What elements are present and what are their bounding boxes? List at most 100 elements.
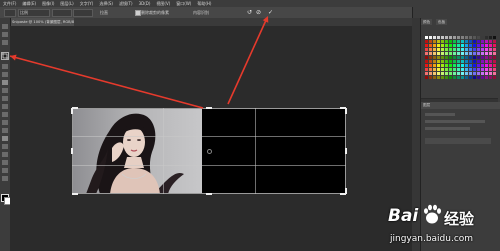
healing-tool-icon[interactable] <box>2 72 8 77</box>
color-swatch[interactable] <box>441 44 444 47</box>
color-swatch[interactable] <box>481 48 484 51</box>
color-swatch[interactable] <box>433 56 436 59</box>
color-swatch[interactable] <box>477 76 480 79</box>
color-swatch[interactable] <box>485 68 488 71</box>
menu-item-3d[interactable]: 3D(D) <box>136 0 154 7</box>
color-swatch[interactable] <box>457 68 460 71</box>
color-swatch[interactable] <box>465 60 468 63</box>
color-swatch[interactable] <box>465 76 468 79</box>
color-swatch[interactable] <box>485 76 488 79</box>
color-swatch[interactable] <box>461 44 464 47</box>
color-swatch[interactable] <box>453 60 456 63</box>
panel-tab-color[interactable]: 颜色 <box>421 19 433 25</box>
color-swatch[interactable] <box>477 60 480 63</box>
color-swatch[interactable] <box>473 60 476 63</box>
panel-tab-swatches[interactable]: 色板 <box>436 19 448 25</box>
color-swatch[interactable] <box>425 48 428 51</box>
color-swatch[interactable] <box>425 52 428 55</box>
color-swatch[interactable] <box>425 36 428 39</box>
color-swatch[interactable] <box>457 56 460 59</box>
color-swatch[interactable] <box>493 68 496 71</box>
color-swatch[interactable] <box>445 64 448 67</box>
color-swatch[interactable] <box>489 68 492 71</box>
color-swatch[interactable] <box>429 44 432 47</box>
color-swatch[interactable] <box>465 64 468 67</box>
color-swatch[interactable] <box>469 40 472 43</box>
color-swatch[interactable] <box>429 48 432 51</box>
zoom-tool-icon[interactable] <box>2 176 8 181</box>
menu-item-type[interactable]: 文字(Y) <box>77 0 97 7</box>
color-swatch[interactable] <box>469 72 472 75</box>
color-swatch[interactable] <box>441 72 444 75</box>
color-swatch[interactable] <box>449 48 452 51</box>
color-swatch[interactable] <box>493 44 496 47</box>
color-swatch[interactable] <box>465 48 468 51</box>
crop-handle-top[interactable] <box>206 107 212 109</box>
color-swatch[interactable] <box>481 40 484 43</box>
color-swatch[interactable] <box>429 76 432 79</box>
color-swatch[interactable] <box>445 48 448 51</box>
color-swatch[interactable] <box>453 76 456 79</box>
crop-handle-bottom-right[interactable] <box>345 188 347 194</box>
color-swatch[interactable] <box>465 36 468 39</box>
color-swatch[interactable] <box>445 68 448 71</box>
menu-item-edit[interactable]: 编辑(E) <box>19 0 39 7</box>
commit-crop-button[interactable]: ✓ <box>267 9 274 16</box>
color-swatch[interactable] <box>429 64 432 67</box>
color-swatch[interactable] <box>461 68 464 71</box>
menu-item-help[interactable]: 帮助(H) <box>194 0 214 7</box>
color-swatch[interactable] <box>441 60 444 63</box>
color-swatch[interactable] <box>433 64 436 67</box>
color-swatch[interactable] <box>485 52 488 55</box>
color-swatch[interactable] <box>489 56 492 59</box>
color-swatch[interactable] <box>465 44 468 47</box>
color-swatch[interactable] <box>457 72 460 75</box>
color-swatch[interactable] <box>481 52 484 55</box>
color-swatch[interactable] <box>493 56 496 59</box>
color-swatch[interactable] <box>481 36 484 39</box>
color-swatch[interactable] <box>429 68 432 71</box>
color-swatch[interactable] <box>457 36 460 39</box>
color-swatch[interactable] <box>477 36 480 39</box>
color-swatch[interactable] <box>449 64 452 67</box>
color-swatch[interactable] <box>465 56 468 59</box>
color-swatch[interactable] <box>429 52 432 55</box>
color-swatch[interactable] <box>437 40 440 43</box>
layer-filter-row[interactable] <box>425 113 455 116</box>
color-swatch[interactable] <box>429 40 432 43</box>
color-swatch[interactable] <box>477 40 480 43</box>
lasso-tool-icon[interactable] <box>2 40 8 45</box>
color-swatch[interactable] <box>445 40 448 43</box>
color-swatch[interactable] <box>477 56 480 59</box>
layer-item[interactable] <box>425 138 491 144</box>
color-swatch[interactable] <box>457 60 460 63</box>
color-swatch[interactable] <box>485 72 488 75</box>
color-swatch[interactable] <box>461 76 464 79</box>
reset-icon[interactable]: ↺ <box>246 9 253 16</box>
color-swatch[interactable] <box>453 68 456 71</box>
color-swatch[interactable] <box>461 52 464 55</box>
layers-tab[interactable]: 图层 <box>423 103 430 107</box>
color-swatch[interactable] <box>453 40 456 43</box>
color-swatch[interactable] <box>441 56 444 59</box>
cancel-crop-button[interactable]: ⊘ <box>255 9 262 16</box>
color-swatch[interactable] <box>469 44 472 47</box>
color-swatch[interactable] <box>449 76 452 79</box>
color-swatch[interactable] <box>433 68 436 71</box>
color-swatch[interactable] <box>445 56 448 59</box>
color-swatch[interactable] <box>465 72 468 75</box>
color-swatch[interactable] <box>477 44 480 47</box>
history-brush-tool-icon[interactable] <box>2 96 8 101</box>
color-swatch[interactable] <box>469 48 472 51</box>
color-swatch[interactable] <box>473 48 476 51</box>
color-swatch[interactable] <box>473 40 476 43</box>
blend-mode-row[interactable] <box>425 120 485 123</box>
color-swatch[interactable] <box>437 64 440 67</box>
color-swatch[interactable] <box>457 40 460 43</box>
color-swatch[interactable] <box>441 36 444 39</box>
color-swatch[interactable] <box>489 36 492 39</box>
color-swatch[interactable] <box>465 40 468 43</box>
gradient-tool-icon[interactable] <box>2 112 8 117</box>
color-swatch[interactable] <box>469 68 472 71</box>
color-swatch[interactable] <box>477 48 480 51</box>
